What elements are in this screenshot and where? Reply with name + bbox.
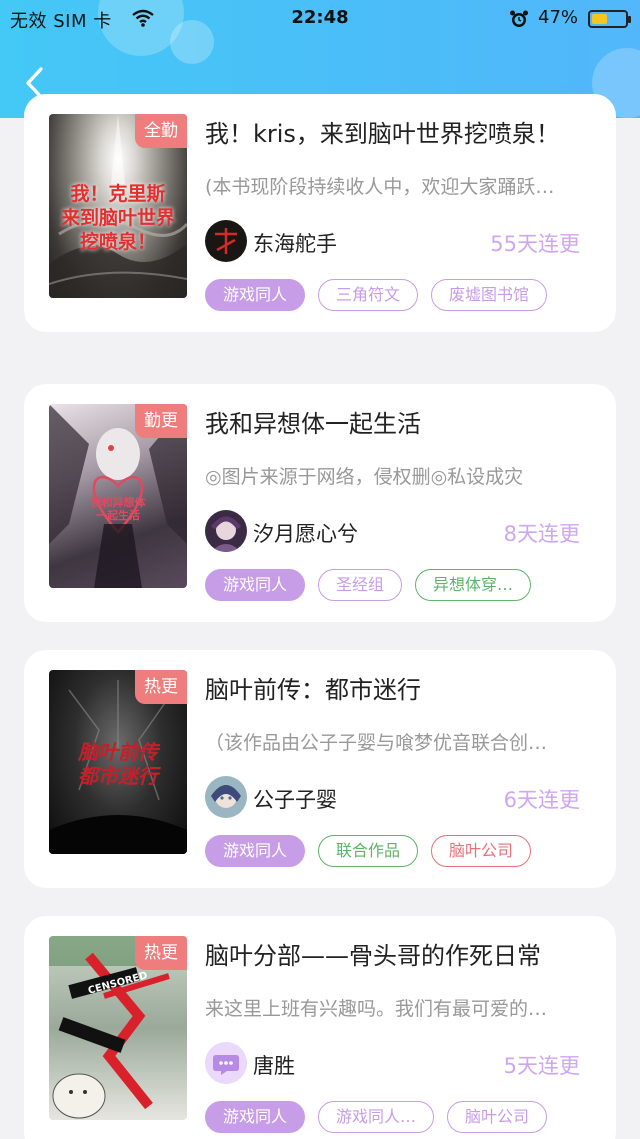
author-name[interactable]: 汐月愿心兮	[253, 518, 358, 548]
update-streak: 55天连更	[490, 232, 580, 256]
update-streak: 6天连更	[503, 788, 580, 812]
tag[interactable]: 三角符文	[318, 279, 419, 311]
alarm-icon	[509, 9, 529, 34]
status-badge: 勤更	[135, 404, 187, 438]
status-bar: 无效 SIM 卡 22:48 47%	[0, 0, 640, 36]
book-card[interactable]: 脑叶前传 都市迷行 热更 脑叶前传：都市迷行 （该作品由公子子婴与喰梦优音联合创…	[24, 650, 616, 888]
book-description: 来这里上班有兴趣吗。我们有最可爱的…	[205, 998, 548, 1020]
book-title: 脑叶前传：都市迷行	[205, 676, 421, 704]
book-title: 我和异想体一起生活	[205, 410, 421, 438]
book-description: （该作品由公子子婴与喰梦优音联合创…	[205, 732, 548, 754]
tag[interactable]: 游戏同人	[205, 569, 306, 601]
tag[interactable]: 游戏同人…	[318, 1101, 435, 1133]
avatar[interactable]	[205, 1042, 247, 1084]
avatar-art	[215, 228, 237, 254]
tag[interactable]: 脑叶公司	[431, 835, 532, 867]
book-description: (本书现阶段持续收人中，欢迎大家踊跃…	[205, 176, 555, 198]
cover-title: 脑叶前传 都市迷行	[78, 740, 158, 788]
tag[interactable]: 异想体穿…	[415, 569, 532, 601]
tag[interactable]: 废墟图书馆	[431, 279, 548, 311]
avatar[interactable]	[205, 220, 247, 262]
battery-percent: 47%	[538, 7, 579, 28]
tag[interactable]: 游戏同人	[205, 1101, 306, 1133]
avatar[interactable]	[205, 776, 247, 818]
book-cover: CENSORED 热更	[49, 936, 187, 1120]
update-streak: 8天连更	[503, 522, 580, 546]
avatar-art	[210, 516, 242, 552]
book-card[interactable]: CENSORED 热更 脑叶分部——骨头哥的作死日常 来这里上班有兴趣吗。我们有…	[24, 916, 616, 1139]
book-cover: 脑叶前传 都市迷行 热更	[49, 670, 187, 854]
book-card[interactable]: 我！克里斯 来到脑叶世界 挖喷泉！ 全勤 我！kris，来到脑叶世界挖喷泉！ (…	[24, 94, 616, 332]
tag[interactable]: 游戏同人	[205, 279, 306, 311]
tag[interactable]: 圣经组	[318, 569, 403, 601]
tag[interactable]: 脑叶公司	[447, 1101, 548, 1133]
tag[interactable]: 游戏同人	[205, 835, 306, 867]
tag[interactable]: 联合作品	[318, 835, 419, 867]
book-description: ◎图片来源于网络，侵权删◎私设成灾	[205, 466, 524, 488]
status-badge: 热更	[135, 936, 187, 970]
book-cover: 我和异想体 一起生活 勤更	[49, 404, 187, 588]
status-badge: 全勤	[135, 114, 187, 148]
tag-list: 游戏同人 圣经组 异想体穿…	[205, 569, 532, 601]
author-name[interactable]: 公子子婴	[253, 784, 337, 814]
book-title: 脑叶分部——骨头哥的作死日常	[205, 942, 541, 970]
tag-list: 游戏同人 联合作品 脑叶公司	[205, 835, 532, 867]
cover-title: 我和异想体 一起生活	[90, 496, 146, 522]
book-card[interactable]: 我和异想体 一起生活 勤更 我和异想体一起生活 ◎图片来源于网络，侵权删◎私设成…	[24, 384, 616, 622]
book-cover: 我！克里斯 来到脑叶世界 挖喷泉！ 全勤	[49, 114, 187, 298]
tag-list: 游戏同人 游戏同人… 脑叶公司	[205, 1101, 548, 1133]
book-title: 我！kris，来到脑叶世界挖喷泉！	[205, 120, 560, 148]
battery-level-fill	[592, 14, 607, 24]
chat-bubble-icon	[213, 1055, 239, 1075]
status-badge: 热更	[135, 670, 187, 704]
author-name[interactable]: 东海舵手	[253, 228, 337, 258]
cover-title: 我！克里斯 来到脑叶世界 挖喷泉！	[60, 183, 175, 253]
update-streak: 5天连更	[503, 1054, 580, 1078]
author-name[interactable]: 唐胜	[253, 1050, 295, 1080]
avatar-art	[211, 785, 241, 808]
battery-icon	[588, 10, 631, 28]
tag-list: 游戏同人 三角符文 废墟图书馆	[205, 279, 548, 311]
avatar[interactable]	[205, 510, 247, 552]
